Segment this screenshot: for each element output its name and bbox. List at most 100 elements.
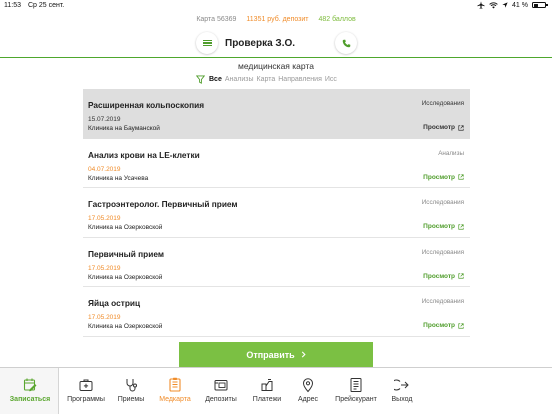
record-clinic: Клиника на Озерковской	[88, 273, 163, 281]
tab-appointments[interactable]: Приемы	[111, 368, 151, 414]
tab-label: Выход	[391, 396, 413, 403]
external-link-icon	[458, 323, 464, 329]
view-button[interactable]: Просмотр	[423, 223, 464, 230]
tab-label: Адрес	[297, 396, 319, 403]
record-type: Исследования	[421, 248, 464, 256]
view-button[interactable]: Просмотр	[423, 124, 464, 131]
menu-button[interactable]	[196, 32, 218, 54]
view-label: Просмотр	[423, 272, 455, 280]
battery-icon	[532, 2, 548, 8]
view-button[interactable]: Просмотр	[423, 322, 464, 329]
view-label: Просмотр	[423, 322, 455, 330]
medical-card-icon	[169, 377, 181, 392]
record-date: 15.07.2019	[88, 116, 121, 123]
account-summary: Карта 56369 11351 руб. депозит 482 балло…	[0, 16, 552, 23]
title-bar: Проверка З.О.	[0, 32, 552, 55]
calendar-add-icon	[23, 378, 37, 392]
filter-card[interactable]: Карта	[257, 76, 276, 83]
tab-label: Депозиты	[205, 396, 237, 403]
record-date: 04.07.2019	[88, 165, 121, 173]
view-label: Просмотр	[423, 124, 455, 131]
external-link-icon	[458, 174, 464, 180]
chevron-right-icon	[301, 351, 306, 358]
filter-all[interactable]: Все	[209, 76, 222, 83]
filter-icon[interactable]	[196, 75, 205, 84]
logout-icon	[394, 379, 409, 391]
send-button[interactable]: Отправить	[179, 342, 373, 367]
stethoscope-icon	[126, 379, 137, 392]
medical-records-list: Расширенная кольпоскопия Исследования 15…	[83, 89, 470, 337]
location-pin-icon	[302, 378, 314, 393]
tab-deposits[interactable]: Депозиты	[200, 368, 242, 414]
list-item[interactable]: Расширенная кольпоскопия Исследования 15…	[83, 89, 470, 139]
tab-bar: Записаться Программы Приемы Медкарта Деп…	[0, 367, 552, 414]
record-name: Яйца остриц	[88, 298, 141, 309]
record-type: Исследования	[421, 199, 464, 207]
tab-medical-card[interactable]: Медкарта	[154, 368, 196, 414]
record-clinic: Клиника на Озерковской	[88, 224, 163, 232]
status-bar: 11:53 Ср 25 сент. 41 %	[0, 0, 552, 13]
view-label: Просмотр	[423, 223, 455, 231]
record-type: Анализы	[438, 149, 464, 157]
tab-label: Платежи	[252, 396, 282, 403]
record-name: Анализ крови на LE-клетки	[88, 149, 200, 160]
filter-analyses[interactable]: Анализы	[225, 76, 254, 83]
tab-logout[interactable]: Выход	[384, 368, 420, 414]
view-button[interactable]: Просмотр	[423, 174, 464, 181]
record-name: Первичный прием	[88, 248, 164, 259]
record-name: Расширенная кольпоскопия	[88, 100, 205, 110]
wallet-icon	[214, 380, 228, 391]
tab-label: Программы	[67, 396, 105, 403]
card-number: Карта 56369	[196, 16, 237, 23]
tab-book[interactable]: Записаться	[6, 368, 54, 414]
tab-separator	[58, 368, 59, 414]
price-list-icon	[350, 378, 362, 392]
filter-referrals[interactable]: Направления	[278, 76, 322, 83]
header-divider	[0, 57, 552, 58]
list-item[interactable]: Анализ крови на LE-клетки Анализы 04.07.…	[83, 139, 470, 189]
filter-research[interactable]: Исс	[325, 76, 337, 83]
record-clinic: Клиника на Бауманской	[88, 125, 160, 132]
view-button[interactable]: Просмотр	[423, 273, 464, 280]
external-link-icon	[458, 124, 464, 131]
record-date: 17.05.2019	[88, 264, 121, 272]
record-name: Гастроэнтеролог. Первичный прием	[88, 199, 238, 210]
status-time: 11:53	[4, 2, 21, 9]
battery-level	[533, 3, 539, 7]
list-item[interactable]: Яйца остриц Исследования 17.05.2019 Клин…	[83, 287, 470, 337]
tab-payments[interactable]: Платежи	[246, 368, 288, 414]
external-link-icon	[458, 224, 464, 230]
tab-label: Приемы	[117, 396, 145, 403]
bonus-points: 482 баллов	[318, 16, 356, 23]
tab-price-list[interactable]: Прейскурант	[330, 368, 382, 414]
record-clinic: Клиника на Озерковской	[88, 323, 163, 331]
location-arrow-icon	[502, 2, 508, 8]
filter-bar: Все Анализы Карта Направления Исс	[196, 74, 360, 85]
deposit-balance: 11351 руб. депозит	[246, 16, 309, 23]
section-title: медицинская карта	[238, 61, 314, 71]
send-label: Отправить	[246, 349, 295, 360]
tab-programs[interactable]: Программы	[62, 368, 110, 414]
tab-label: Медкарта	[159, 396, 191, 403]
airplane-icon	[477, 1, 485, 9]
tab-label: Прейскурант	[335, 396, 377, 403]
status-date: Ср 25 сент.	[27, 2, 65, 9]
briefcase-icon	[79, 379, 93, 391]
list-item[interactable]: Первичный прием Исследования 17.05.2019 …	[83, 238, 470, 288]
record-date: 17.05.2019	[88, 314, 121, 322]
tab-address[interactable]: Адрес	[290, 368, 326, 414]
page-title: Проверка З.О.	[225, 38, 296, 49]
battery-percent: 41 %	[512, 1, 528, 9]
call-button[interactable]	[335, 32, 357, 54]
phone-icon	[342, 39, 350, 47]
record-type: Исследования	[421, 100, 464, 107]
record-type: Исследования	[421, 298, 464, 306]
wifi-icon	[489, 1, 498, 8]
record-clinic: Клиника на Усачева	[88, 174, 149, 182]
payment-icon	[261, 379, 273, 391]
view-label: Просмотр	[423, 173, 455, 181]
hamburger-icon	[202, 39, 212, 47]
tab-label: Записаться	[9, 396, 51, 403]
external-link-icon	[458, 273, 464, 279]
list-item[interactable]: Гастроэнтеролог. Первичный прием Исследо…	[83, 188, 470, 238]
